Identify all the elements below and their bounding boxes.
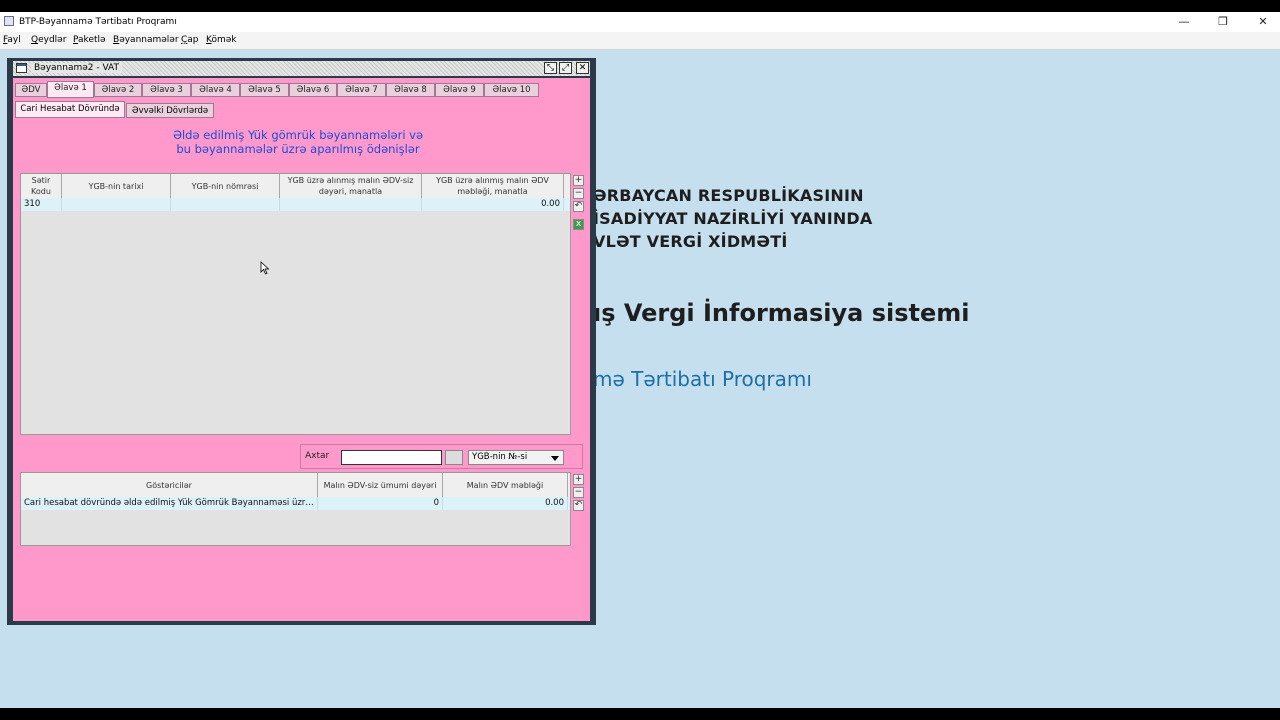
tab-elave-9[interactable]: Əlavə 9 [435,83,484,97]
summary-row[interactable]: Cari hesabat dövründə əldə edilmiş Yük G… [21,497,570,510]
minimize-window-icon[interactable]: ⤡ [544,62,557,74]
close-button[interactable]: ✕ [1248,14,1278,30]
summary-undo-icon[interactable]: ↶ [573,500,584,511]
tab-edv[interactable]: ƏDV [15,83,47,97]
menu-fayl[interactable]: Fayl [3,35,21,45]
tab-elave-5[interactable]: Əlavə 5 [240,83,289,97]
col-indicators[interactable]: Göstəricilər [21,473,318,497]
search-field-value: YGB-nin №-si [472,452,528,462]
delete-row-icon[interactable]: − [573,188,584,199]
menu-cap[interactable]: Çap [181,35,199,45]
chevron-down-icon [551,456,559,461]
tab-elave-4[interactable]: Əlavə 4 [191,83,240,97]
app-window: BTP-Bəyannamə Tərtibatı Proqramı — ❐ ✕ F… [0,12,1280,708]
menu-komek[interactable]: Kömək [206,35,237,45]
document-icon [16,63,27,73]
mouse-cursor-icon [260,261,270,275]
minimize-button[interactable]: — [1169,14,1199,30]
tab-elave-1[interactable]: Əlavə 1 [47,81,94,98]
cell-value-without-vat[interactable] [280,198,422,211]
col-ygb-number[interactable]: YGB-nin nömrəsi [171,174,280,198]
cell-indicator[interactable]: Cari hesabat dövründə əldə edilmiş Yük G… [21,497,318,510]
excel-export-icon[interactable]: x [573,219,584,230]
app-titlebar: BTP-Bəyannamə Tərtibatı Proqramı — ❐ ✕ [0,12,1280,32]
brand-line-2: İSADİYYAT NAZİRLİYİ YANINDA [593,209,873,228]
search-input[interactable] [341,450,442,465]
summary-add-icon[interactable]: + [573,474,584,485]
subtab-previous-periods[interactable]: Əvvəlki Dövrlərdə [126,103,214,118]
declaration-title: Bəyannamə2 - VAT [31,63,123,73]
summary-table: Göstəricilər Malın ƏDV-siz ümumi dəyəri … [20,472,571,546]
col-ygb-date[interactable]: YGB-nin tarixi [62,174,171,198]
tab-elave-2[interactable]: Əlavə 2 [94,83,142,97]
declaration-window: Bəyannamə2 - VAT ⤡ ⤢ ✕ ƏDV Əlavə 1 Əlavə… [7,58,596,625]
col-total-vat-amount[interactable]: Malın ƏDV məbləği [443,473,568,497]
brand-system-name: ış Vergi İnformasiya sistemi [593,299,970,327]
tab-elave-3[interactable]: Əlavə 3 [142,83,191,97]
tab-elave-8[interactable]: Əlavə 8 [386,83,435,97]
add-row-icon[interactable]: + [573,175,584,186]
heading-line-1: Əldə edilmiş Yük gömrük bəyannamələri və [172,128,424,142]
cell-total-value[interactable]: 0 [318,497,443,510]
summary-header: Göstəricilər Malın ƏDV-siz ümumi dəyəri … [21,473,570,498]
declaration-titlebar[interactable]: Bəyannamə2 - VAT ⤡ ⤢ ✕ [13,61,590,76]
menu-bar: Fayl Qeydlər Paketlə Bəyannamələr Çap Kö… [0,32,1280,50]
table-row[interactable]: 310 0.00 [21,198,570,211]
app-title: BTP-Bəyannamə Tərtibatı Proqramı [19,17,177,27]
brand-program-name: mə Tərtibatı Proqramı [593,367,812,391]
search-panel: Axtar YGB-nin №-si [300,444,583,469]
search-label: Axtar [305,451,330,461]
menu-qeydler[interactable]: Qeydlər [31,35,66,45]
cell-ygb-date[interactable] [62,198,171,211]
col-vat-amount[interactable]: YGB üzrə alınmış malın ƏDV məbləği, mana… [422,174,564,198]
col-line-code[interactable]: Sətir Kodu [21,174,62,198]
maximize-window-icon[interactable]: ⤢ [559,62,572,74]
col-total-value-without-vat[interactable]: Malın ƏDV-siz ümumi dəyəri [318,473,443,497]
restore-button[interactable]: ❐ [1208,14,1238,30]
declaration-body: ƏDV Əlavə 1 Əlavə 2 Əlavə 3 Əlavə 4 Əlav… [13,78,590,621]
subtab-current-period[interactable]: Cari Hesabat Dövründə [15,101,125,118]
menu-beyannameler[interactable]: Bəyannamələr [113,35,179,45]
brand-line-1: ƏRBAYCAN RESPUBLİKASININ [593,186,864,205]
tab-elave-6[interactable]: Əlavə 6 [289,83,337,97]
summary-delete-icon[interactable]: − [573,487,584,498]
heading-line-2: bu bəyannamələr üzrə aparılmış ödənişlər [176,142,420,156]
undo-icon[interactable]: ↶ [573,201,584,212]
brand-line-3: VLƏT VERGİ XİDMƏTİ [593,232,788,251]
table-header: Sətir Kodu YGB-nin tarixi YGB-nin nömrəs… [21,174,570,199]
cell-line-code[interactable]: 310 [21,198,62,211]
col-value-without-vat[interactable]: YGB üzrə alınmış malın ƏDV-siz dəyəri, m… [280,174,422,198]
cell-total-vat[interactable]: 0.00 [443,497,568,510]
tab-elave-7[interactable]: Əlavə 7 [337,83,386,97]
customs-declarations-table: Sətir Kodu YGB-nin tarixi YGB-nin nömrəs… [20,173,571,435]
menu-paketle[interactable]: Paketlə [73,35,106,45]
search-button[interactable] [445,450,463,465]
search-field-select[interactable]: YGB-nin №-si [468,450,564,465]
section-heading: Əldə edilmiş Yük gömrük bəyannamələri və… [13,128,583,156]
cell-ygb-number[interactable] [171,198,280,211]
app-logo-icon [4,16,14,26]
close-window-icon[interactable]: ✕ [576,62,589,74]
cell-vat-amount[interactable]: 0.00 [422,198,564,211]
tab-elave-10[interactable]: Əlavə 10 [484,83,539,97]
